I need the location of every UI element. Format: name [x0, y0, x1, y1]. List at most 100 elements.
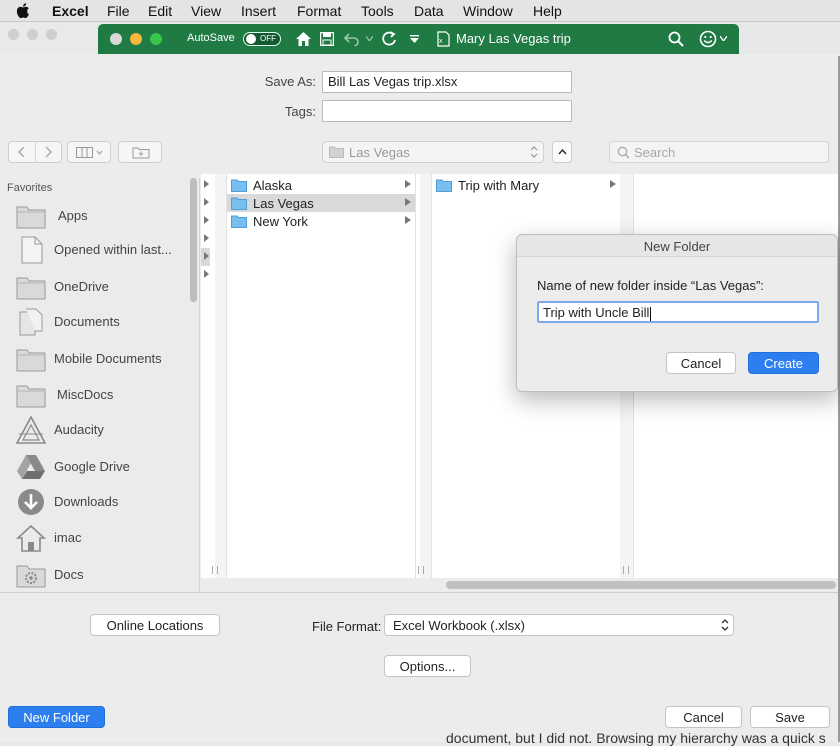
toggle-knob [246, 34, 256, 44]
customize-toolbar-icon[interactable] [410, 35, 419, 43]
list-item-las-vegas[interactable]: Las Vegas [223, 194, 415, 212]
menu-help[interactable]: Help [533, 3, 562, 19]
undo-dropdown-icon[interactable] [366, 36, 373, 41]
folder-name: New York [253, 214, 308, 229]
menu-format[interactable]: Format [297, 3, 341, 19]
online-locations-button[interactable]: Online Locations [90, 614, 220, 636]
column-resize-handle[interactable] [212, 566, 218, 574]
forward-arrow-icon[interactable] [45, 146, 53, 158]
column-view-icon [76, 147, 103, 158]
close-button[interactable] [110, 33, 122, 45]
search-field[interactable]: Search [609, 141, 829, 163]
sidebar-item-label: Google Drive [54, 459, 130, 474]
folder-icon [231, 197, 247, 210]
list-item-new-york[interactable]: New York [223, 212, 415, 230]
menu-tools[interactable]: Tools [361, 3, 394, 19]
sidebar-item-label: Apps [58, 208, 88, 223]
sidebar-item-opened-recently[interactable]: Opened within last... [14, 236, 194, 266]
disclosure-arrow-icon [405, 180, 411, 188]
menu-insert[interactable]: Insert [241, 3, 276, 19]
google-drive-icon [17, 455, 45, 479]
sidebar-scrollbar[interactable] [190, 178, 197, 302]
tags-field[interactable] [322, 100, 572, 122]
divider [35, 142, 36, 162]
options-button[interactable]: Options... [384, 655, 471, 677]
home-icon [16, 524, 46, 552]
sidebar-item-miscdocs[interactable]: MiscDocs [14, 381, 194, 411]
folder-name-input[interactable]: Trip with Uncle Bill [537, 301, 819, 323]
sidebar-item-label: OneDrive [54, 279, 109, 294]
folder-icon [16, 206, 46, 229]
sidebar-item-onedrive[interactable]: OneDrive [14, 273, 194, 303]
document-title: Mary Las Vegas trip [456, 31, 571, 46]
sidebar-item-label: Opened within last... [54, 242, 172, 257]
save-button[interactable]: Save [750, 706, 830, 728]
cancel-button[interactable]: Cancel [665, 706, 742, 728]
home-icon[interactable] [295, 31, 312, 47]
sidebar-item-docs[interactable]: Docs [14, 561, 194, 591]
folder-icon [329, 146, 344, 158]
menu-view[interactable]: View [191, 3, 221, 19]
new-folder-dialog: New Folder Name of new folder inside “La… [516, 234, 838, 392]
sidebar-item-label: Docs [54, 567, 84, 582]
folder-icon [231, 179, 247, 192]
sidebar-item-audacity[interactable]: Audacity [14, 416, 194, 446]
menu-file[interactable]: File [107, 3, 130, 19]
sidebar-item-mobile-documents[interactable]: Mobile Documents [14, 345, 194, 375]
zoom-button[interactable] [150, 33, 162, 45]
sidebar-item-downloads[interactable]: Downloads [14, 488, 194, 518]
column-resize-handle[interactable] [418, 566, 424, 574]
menu-window[interactable]: Window [463, 3, 513, 19]
apple-icon[interactable] [16, 2, 32, 19]
documents-icon [19, 308, 43, 336]
excel-document-icon: x [437, 31, 450, 47]
autosave-toggle[interactable]: OFF [243, 32, 281, 46]
excel-title-bar: AutoSave OFF x Mary Las Vegas trip [98, 24, 739, 54]
undo-icon[interactable] [344, 32, 360, 46]
sidebar-item-apps[interactable]: Apps [14, 202, 194, 232]
feedback-dropdown-icon[interactable] [720, 36, 727, 41]
dialog-cancel-button[interactable]: Cancel [666, 352, 736, 374]
back-forward-control [8, 141, 62, 163]
sidebar-item-label: Mobile Documents [54, 351, 162, 366]
sidebar-item-label: MiscDocs [57, 387, 114, 402]
save-icon[interactable] [320, 32, 334, 46]
folder-column-1: Alaska Las Vegas New York [223, 174, 416, 578]
downloads-icon [18, 489, 44, 515]
folder-icon [16, 385, 46, 408]
column-resize-handle[interactable] [623, 566, 629, 574]
redo-icon[interactable] [382, 31, 397, 47]
new-folder-button[interactable]: New Folder [8, 706, 105, 728]
audacity-icon [16, 416, 46, 444]
list-item-trip-with-mary[interactable]: Trip with Mary [428, 176, 620, 194]
view-mode-button[interactable] [67, 141, 111, 163]
back-arrow-icon[interactable] [17, 146, 25, 158]
sidebar: Favorites Apps Opened within last... One… [0, 178, 200, 592]
collapse-sheet-button[interactable] [552, 141, 572, 163]
column-divider [420, 174, 432, 578]
save-as-field[interactable]: Bill Las Vegas trip.xlsx [322, 71, 572, 93]
list-item-alaska[interactable]: Alaska [223, 176, 415, 194]
text-cursor [650, 306, 652, 321]
create-button[interactable]: Create [748, 352, 819, 374]
file-format-select[interactable]: Excel Workbook (.xlsx) [384, 614, 734, 636]
new-folder-toolbar-button[interactable] [118, 141, 162, 163]
sidebar-item-label: Audacity [54, 422, 104, 437]
search-icon[interactable] [668, 31, 684, 47]
menu-app-name[interactable]: Excel [52, 3, 89, 19]
folder-icon [436, 179, 452, 192]
background-window-controls [0, 22, 98, 56]
minimize-button[interactable] [130, 33, 142, 45]
sidebar-item-google-drive[interactable]: Google Drive [14, 453, 194, 483]
menu-edit[interactable]: Edit [148, 3, 172, 19]
sidebar-item-imac[interactable]: imac [14, 524, 194, 554]
smiley-feedback-icon[interactable] [699, 30, 717, 48]
horizontal-scrollbar[interactable] [446, 581, 836, 589]
folder-icon [231, 215, 247, 228]
document-icon [21, 236, 43, 264]
location-popup[interactable]: Las Vegas [322, 141, 544, 163]
divider [0, 592, 840, 593]
folder-name: Alaska [253, 178, 293, 193]
sidebar-item-documents[interactable]: Documents [14, 308, 194, 338]
menu-data[interactable]: Data [414, 3, 444, 19]
